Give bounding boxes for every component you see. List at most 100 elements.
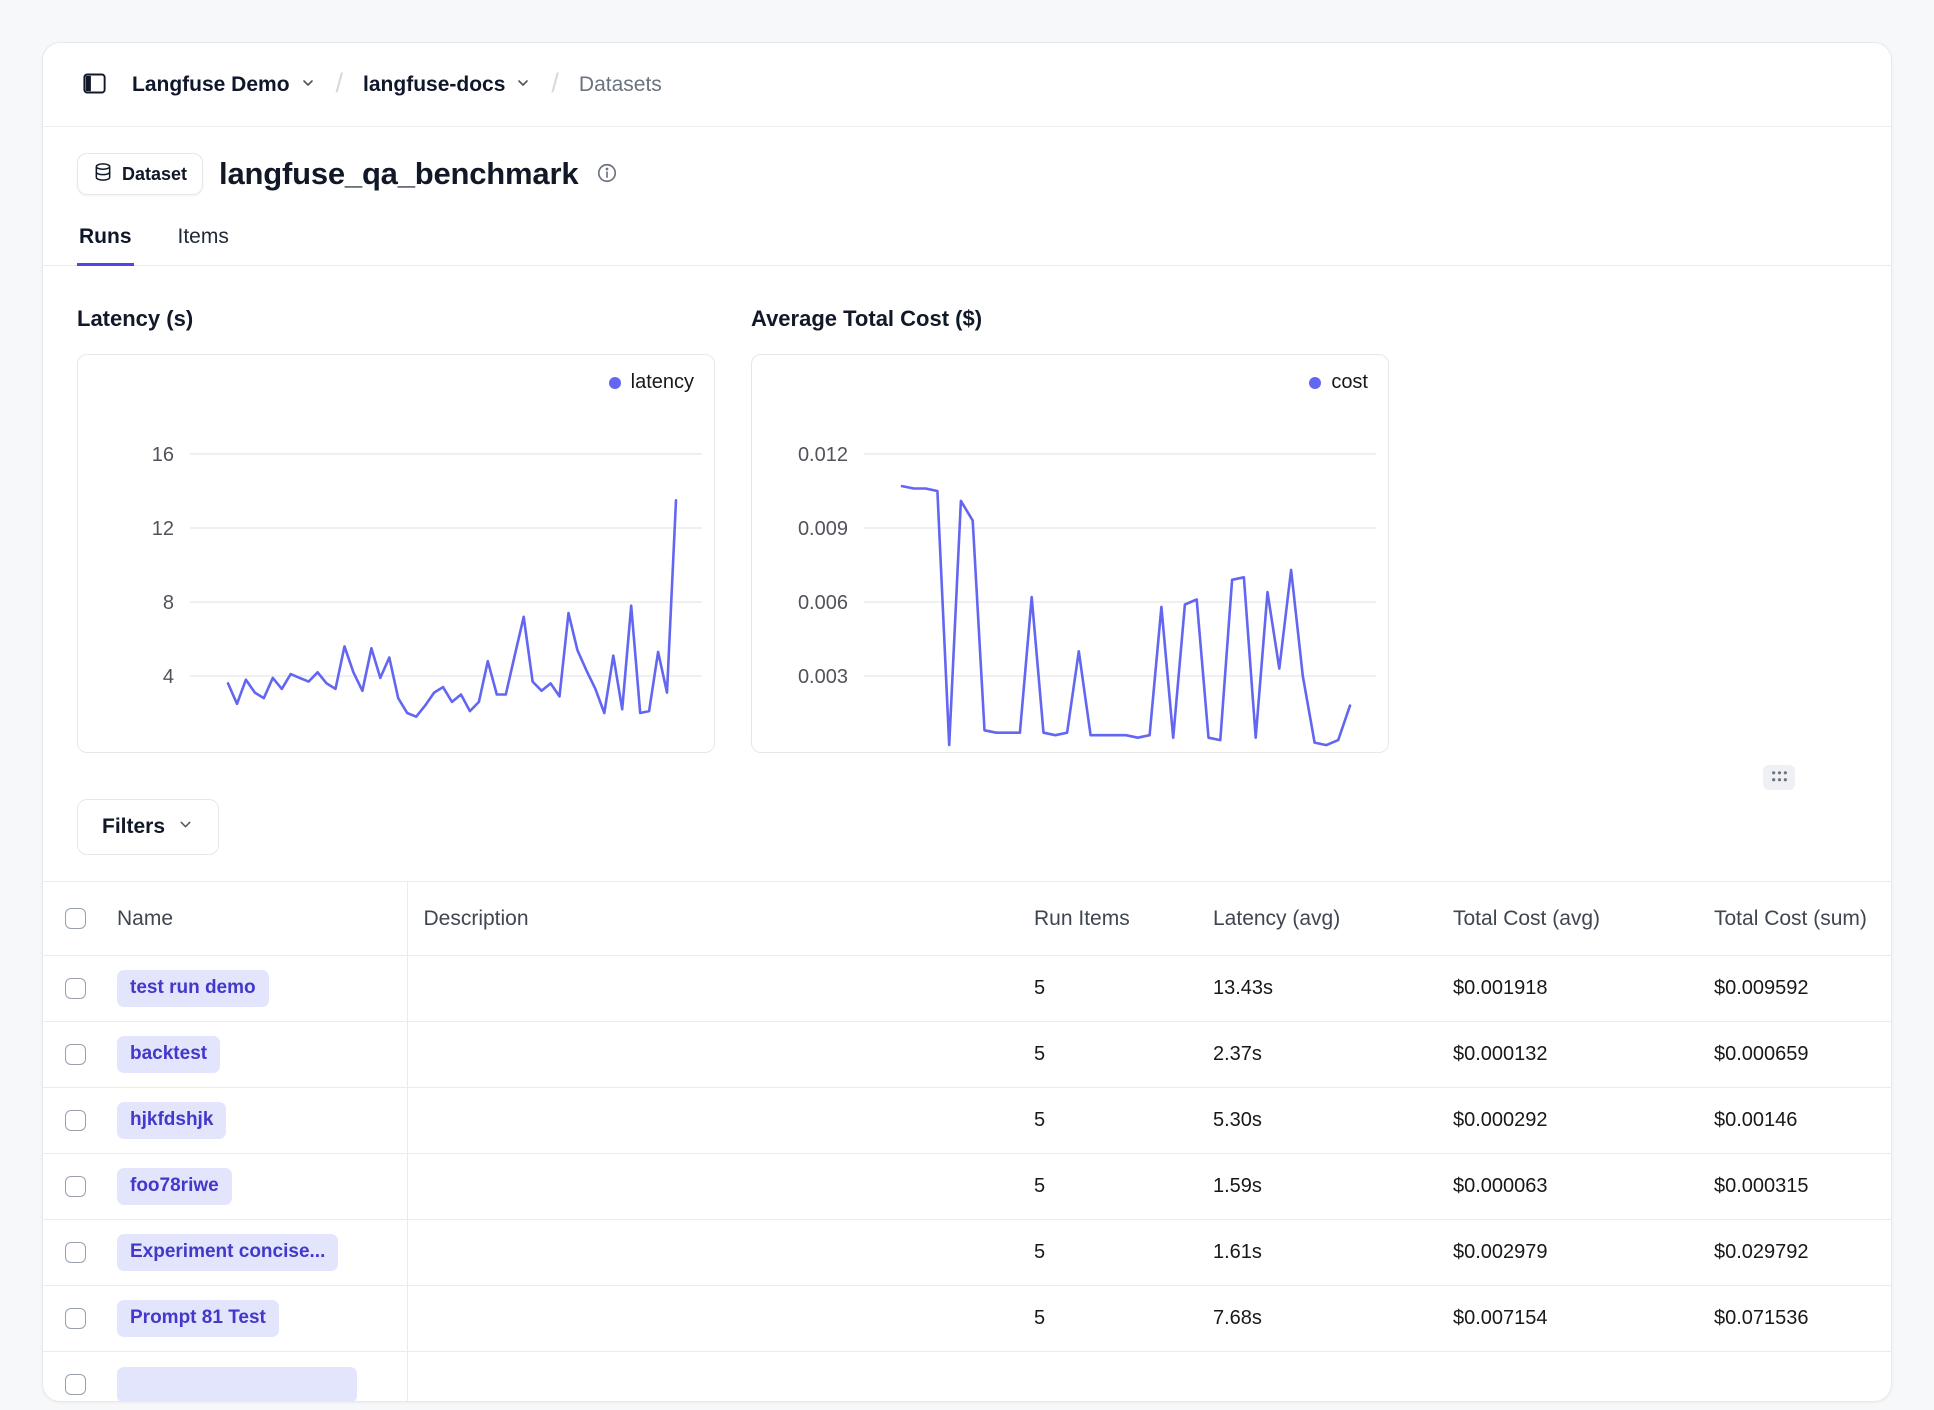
tab-items[interactable]: Items [176,225,231,266]
row-checkbox[interactable] [65,1044,86,1065]
project-name: langfuse-docs [363,74,505,95]
table-row[interactable]: backtest52.37s$0.000132$0.000659 [43,1022,1891,1088]
run-description-cell [407,1154,1018,1220]
run-total-cost-avg-cell: $0.000132 [1437,1022,1698,1088]
row-checkbox-cell [43,956,101,1022]
column-header-description: Description [407,882,1018,956]
run-name-badge[interactable]: hjkfdshjk [117,1102,226,1139]
run-name-cell [101,1352,407,1403]
page-title: langfuse_qa_benchmark [219,156,578,192]
run-name-cell: Experiment concise... [101,1220,407,1286]
latency-chart-legend[interactable]: latency [609,371,694,394]
breadcrumb-separator: / [551,68,559,99]
run-name-cell: foo78riwe [101,1154,407,1220]
handle-row [43,753,1891,795]
run-total-cost-avg-cell: $0.001918 [1437,956,1698,1022]
grip-dots-icon [1771,770,1788,786]
chevron-down-icon [300,73,316,97]
column-header-total-cost-avg: Total Cost (avg) [1437,882,1698,956]
filters-row: Filters [43,795,1891,855]
project-switcher[interactable]: langfuse-docs [363,73,531,97]
run-name-cell: hjkfdshjk [101,1088,407,1154]
run-total-cost-sum-cell: $0.071536 [1698,1286,1891,1352]
latency-chart-card: 481216 latency [77,354,715,753]
column-header-total-cost-sum: Total Cost (sum) [1698,882,1891,956]
latency-chart-title: Latency (s) [77,306,715,332]
row-checkbox[interactable] [65,1110,86,1131]
run-total-cost-sum-cell: $0.000659 [1698,1022,1891,1088]
legend-label: latency [631,371,694,394]
row-checkbox[interactable] [65,1242,86,1263]
table-row[interactable]: Experiment concise...51.61s$0.002979$0.0… [43,1220,1891,1286]
legend-dot-icon [609,377,621,389]
table-row[interactable]: test run demo513.43s$0.001918$0.009592 [43,956,1891,1022]
run-latency-avg-cell: 13.43s [1197,956,1437,1022]
row-checkbox[interactable] [65,1374,86,1395]
table-row[interactable]: Prompt 81 Test57.68s$0.007154$0.071536 [43,1286,1891,1352]
table-row[interactable]: hjkfdshjk55.30s$0.000292$0.00146 [43,1088,1891,1154]
svg-text:0.012: 0.012 [798,444,848,466]
legend-dot-icon [1309,377,1321,389]
run-name-badge[interactable]: Experiment concise... [117,1234,338,1271]
run-total-cost-avg-cell: $0.007154 [1437,1286,1698,1352]
latency-chart-canvas: 481216 [78,355,714,752]
run-name-badge[interactable]: test run demo [117,970,269,1007]
cost-chart-card: 0.003 0.006 0.009 0.012 cost [751,354,1389,753]
cost-chart-canvas: 0.003 0.006 0.009 0.012 [752,355,1388,752]
org-switcher[interactable]: Langfuse Demo [132,73,316,97]
row-checkbox[interactable] [65,978,86,999]
filters-label: Filters [102,815,165,839]
panel-left-icon [81,70,108,100]
run-description-cell [407,1220,1018,1286]
svg-text:0.009: 0.009 [798,518,848,540]
run-name-cell: test run demo [101,956,407,1022]
dataset-info-button[interactable] [592,158,622,191]
legend-label: cost [1331,371,1368,394]
database-icon [93,162,113,187]
grid-drag-handle[interactable] [1763,765,1795,790]
cost-chart-legend[interactable]: cost [1309,371,1368,394]
cost-chart-block: Average Total Cost ($) 0.0030.0060.0090.… [751,306,1389,753]
dataset-type-label: Dataset [122,164,187,185]
run-total-cost-avg-cell: $0.002979 [1437,1220,1698,1286]
run-description-cell [407,1286,1018,1352]
svg-text:12: 12 [152,518,174,540]
run-name-badge[interactable]: Prompt 81 Test [117,1300,279,1337]
run-total-cost-sum-cell: $0.029792 [1698,1220,1891,1286]
run-total-cost-sum-cell: $0.000315 [1698,1154,1891,1220]
run-total-cost-sum-cell: $0.00146 [1698,1088,1891,1154]
runs-table: Name Description Run Items Latency (avg)… [43,881,1891,1402]
select-all-checkbox[interactable] [65,908,86,929]
svg-text:0.003: 0.003 [798,666,848,688]
svg-text:8: 8 [163,592,174,614]
run-total-cost-avg-cell: $0.000063 [1437,1154,1698,1220]
run-name-badge[interactable]: backtest [117,1036,220,1073]
run-latency-avg-cell: 5.30s [1197,1088,1437,1154]
row-checkbox-cell [43,1286,101,1352]
tab-runs[interactable]: Runs [77,225,134,266]
breadcrumb-separator: / [336,68,344,99]
table-row[interactable]: foo78riwe51.59s$0.000063$0.000315 [43,1154,1891,1220]
table-row-partial[interactable] [43,1352,1891,1403]
filters-button[interactable]: Filters [77,799,219,855]
svg-text:0.006: 0.006 [798,592,848,614]
run-latency-avg-cell: 7.68s [1197,1286,1437,1352]
run-items-cell: 5 [1018,956,1197,1022]
row-checkbox-cell [43,1022,101,1088]
run-description-cell [407,956,1018,1022]
dataset-header: Dataset langfuse_qa_benchmark [43,127,1891,195]
row-checkbox[interactable] [65,1308,86,1329]
svg-text:4: 4 [163,666,174,688]
column-header-name: Name [101,882,407,956]
run-name-badge[interactable] [117,1367,357,1403]
run-items-cell: 5 [1018,1220,1197,1286]
row-checkbox-cell [43,1220,101,1286]
run-name-cell: backtest [101,1022,407,1088]
sidebar-toggle-button[interactable] [77,66,112,104]
latency-chart-block: Latency (s) 481216 latency [77,306,715,753]
row-checkbox[interactable] [65,1176,86,1197]
column-header-run-items: Run Items [1018,882,1197,956]
row-checkbox-cell [43,1154,101,1220]
run-name-badge[interactable]: foo78riwe [117,1168,232,1205]
select-all-cell [43,882,101,956]
